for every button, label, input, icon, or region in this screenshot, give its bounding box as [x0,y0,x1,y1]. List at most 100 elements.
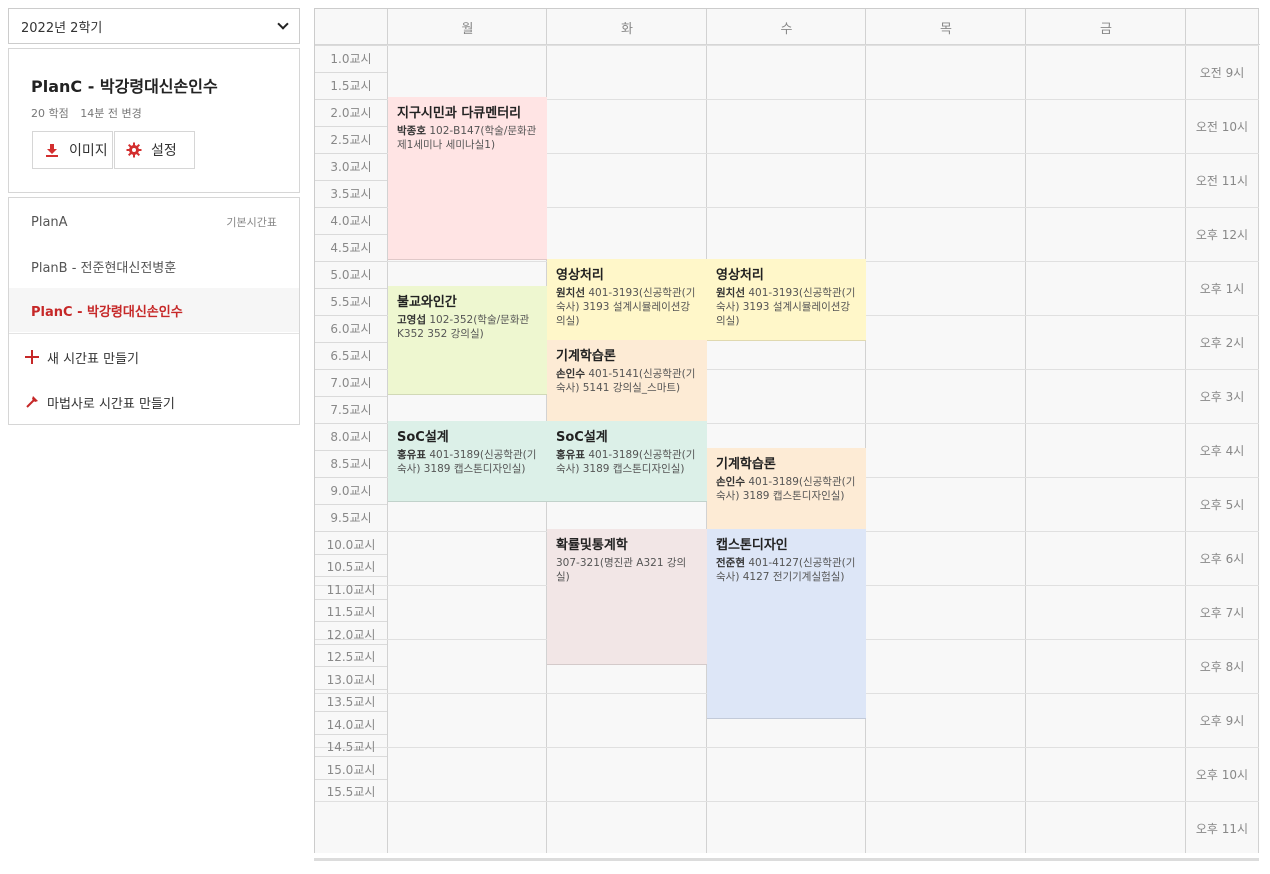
class-room: 307-321(명진관 A321 강의실) [556,557,687,583]
time-label: 오후 9시 [1199,713,1245,728]
timetable-app: 2022년 2학기 PlanC - 박강령대신손인수 20 학점 14분 전 변… [0,0,1270,874]
period-label: 4.0교시 [330,213,372,228]
wizard-timetable-button[interactable]: 마법사로 시간표 만들기 [21,380,175,424]
time-label: 오후 7시 [1199,605,1245,620]
new-timetable-label: 새 시간표 만들기 [47,351,139,367]
class-info: 원치선 401-3193(신공학관(기숙사) 3193 설계시뮬레이션강의실) [716,286,857,328]
class-info: 손인수 401-5141(신공학관(기숙사) 5141 강의실_스마트) [556,367,698,395]
period-label: 12.0교시 [326,627,376,642]
day-column-thu[interactable] [866,9,1026,853]
period-label: 2.5교시 [330,132,372,147]
period-gridline [315,756,387,757]
period-label: 13.0교시 [326,672,376,687]
class-block-tue-soc[interactable]: SoC설계 홍유표 401-3189(신공학관(기숙사) 3189 캡스톤디자인… [547,421,707,502]
class-info: 홍유표 401-3189(신공학관(기숙사) 3189 캡스톤디자인실) [397,448,538,476]
new-timetable-button[interactable]: 새 시간표 만들기 [21,335,139,379]
period-label: 14.5교시 [326,740,376,754]
class-name: 기계학습론 [556,349,616,364]
period-label: 11.0교시 [326,582,376,597]
period-gridline [315,396,387,397]
period-label: 3.5교시 [330,186,372,201]
time-label: 오전 10시 [1195,119,1249,134]
class-block-tue-ml[interactable]: 기계학습론 손인수 401-5141(신공학관(기숙사) 5141 강의실_스마… [547,340,707,422]
period-label: 4.5교시 [330,240,372,255]
hour-gridline [315,45,1259,46]
day-header-thu: 목 [940,21,952,37]
plan-item-a[interactable]: PlanA 기본시간표 [9,200,299,244]
period-label: 5.5교시 [330,294,372,309]
class-block-tue-image[interactable]: 영상처리 원치선 401-3193(신공학관(기숙사) 3193 설계시뮬레이션… [547,259,707,341]
plan-item-c[interactable]: PlanC - 박강령대신손인수 [9,288,299,332]
period-label: 2.0교시 [330,105,372,120]
period-gridline [315,423,387,424]
plan-item-label: PlanB - 전준현대신전병훈 [31,260,177,276]
class-info: 원치선 401-3193(신공학관(기숙사) 3193 설계시뮬레이션강의실) [556,286,698,328]
time-label: 오후 3시 [1199,389,1245,404]
period-gridline [315,477,387,478]
period-gridline [315,153,387,154]
timetable-grid: 월 화 수 목 금 1.0교시 1.5교시 2.0교시 2.5교시 3.0교시 3.5교시… [314,8,1260,853]
period-gridline [315,688,387,690]
credits-label: 20 학점 [31,107,69,120]
plan-title: PlanC - 박강령대신손인수 [31,77,218,96]
class-block-mon-soc[interactable]: SoC설계 홍유표 401-3189(신공학관(기숙사) 3189 캡스톤디자인… [388,421,547,502]
class-info: 고영섭 102-352(학술/문화관 K352 352 강의실) [397,313,538,341]
class-block-tue-stats[interactable]: 확률및통계학 307-321(명진관 A321 강의실) [547,529,707,665]
period-gridline [315,666,387,667]
class-name: 확률및통계학 [556,538,628,553]
period-label: 7.0교시 [330,375,372,390]
period-label: 9.5교시 [330,510,372,525]
time-label: 오전 9시 [1199,65,1245,80]
class-info: 홍유표 401-3189(신공학관(기숙사) 3189 캡스톤디자인실) [556,448,698,476]
gear-icon [121,142,147,158]
plan-meta: 20 학점 14분 전 변경 [31,105,142,121]
period-gridline [315,342,387,343]
period-label: 3.0교시 [330,159,372,174]
class-name: SoC설계 [556,430,608,445]
period-label: 9.0교시 [330,483,372,498]
settings-button[interactable]: 설정 [114,131,195,169]
period-gridline [315,531,387,532]
period-gridline [315,504,387,505]
settings-button-label: 설정 [151,143,177,159]
period-gridline [315,99,387,100]
download-icon [39,143,65,157]
class-block-mon-documentary[interactable]: 지구시민과 다큐멘터리 박종호 102-B147(학술/문화관 제1세미나 세미… [388,97,547,260]
plan-item-label: PlanA [31,214,68,230]
day-header-row: 월 화 수 목 금 [315,9,1260,45]
period-label: 11.5교시 [326,605,376,619]
modified-label: 14분 전 변경 [80,107,142,120]
class-name: 불교와인간 [397,295,457,310]
class-name: 영상처리 [716,268,764,283]
period-label: 8.5교시 [330,456,372,471]
period-gridline [315,733,387,735]
period-gridline [315,450,387,451]
period-gridline [315,598,387,600]
class-name: 기계학습론 [716,457,776,472]
period-gridline [315,621,387,622]
period-label: 5.0교시 [330,267,372,282]
period-label: 6.5교시 [330,348,372,363]
semester-select[interactable]: 2022년 2학기 [8,8,300,44]
day-header-fri: 금 [1100,21,1112,37]
class-name: SoC설계 [397,430,449,445]
time-label: 오후 1시 [1199,281,1245,296]
class-block-wed-capstone[interactable]: 캡스톤디자인 전준현 401-4127(신공학관(기숙사) 4127 전기기계실… [707,529,866,719]
day-header-tue: 화 [621,21,633,37]
plan-item-b[interactable]: PlanB - 전준현대신전병훈 [9,244,299,288]
class-block-wed-ml[interactable]: 기계학습론 손인수 401-3189(신공학관(기숙사) 3189 캡스톤디자인… [707,448,866,530]
class-info: 전준현 401-4127(신공학관(기숙사) 4127 전기기계실험실) [716,556,857,584]
class-block-mon-buddhism[interactable]: 불교와인간 고영섭 102-352(학술/문화관 K352 352 강의실) [388,286,547,395]
image-button[interactable]: 이미지 [32,131,113,169]
day-column-fri[interactable] [1026,9,1186,853]
period-gridline [315,553,387,555]
period-gridline [315,288,387,289]
class-block-wed-image[interactable]: 영상처리 원치선 401-3193(신공학관(기숙사) 3193 설계시뮬레이션… [707,259,866,341]
hour-gridline [315,801,1259,802]
day-column-wed[interactable] [707,9,866,853]
default-plan-tag: 기본시간표 [226,216,277,229]
plus-icon [21,350,43,364]
period-gridline [315,576,387,577]
plan-item-label: PlanC - 박강령대신손인수 [31,304,183,320]
wizard-timetable-label: 마법사로 시간표 만들기 [47,396,175,412]
